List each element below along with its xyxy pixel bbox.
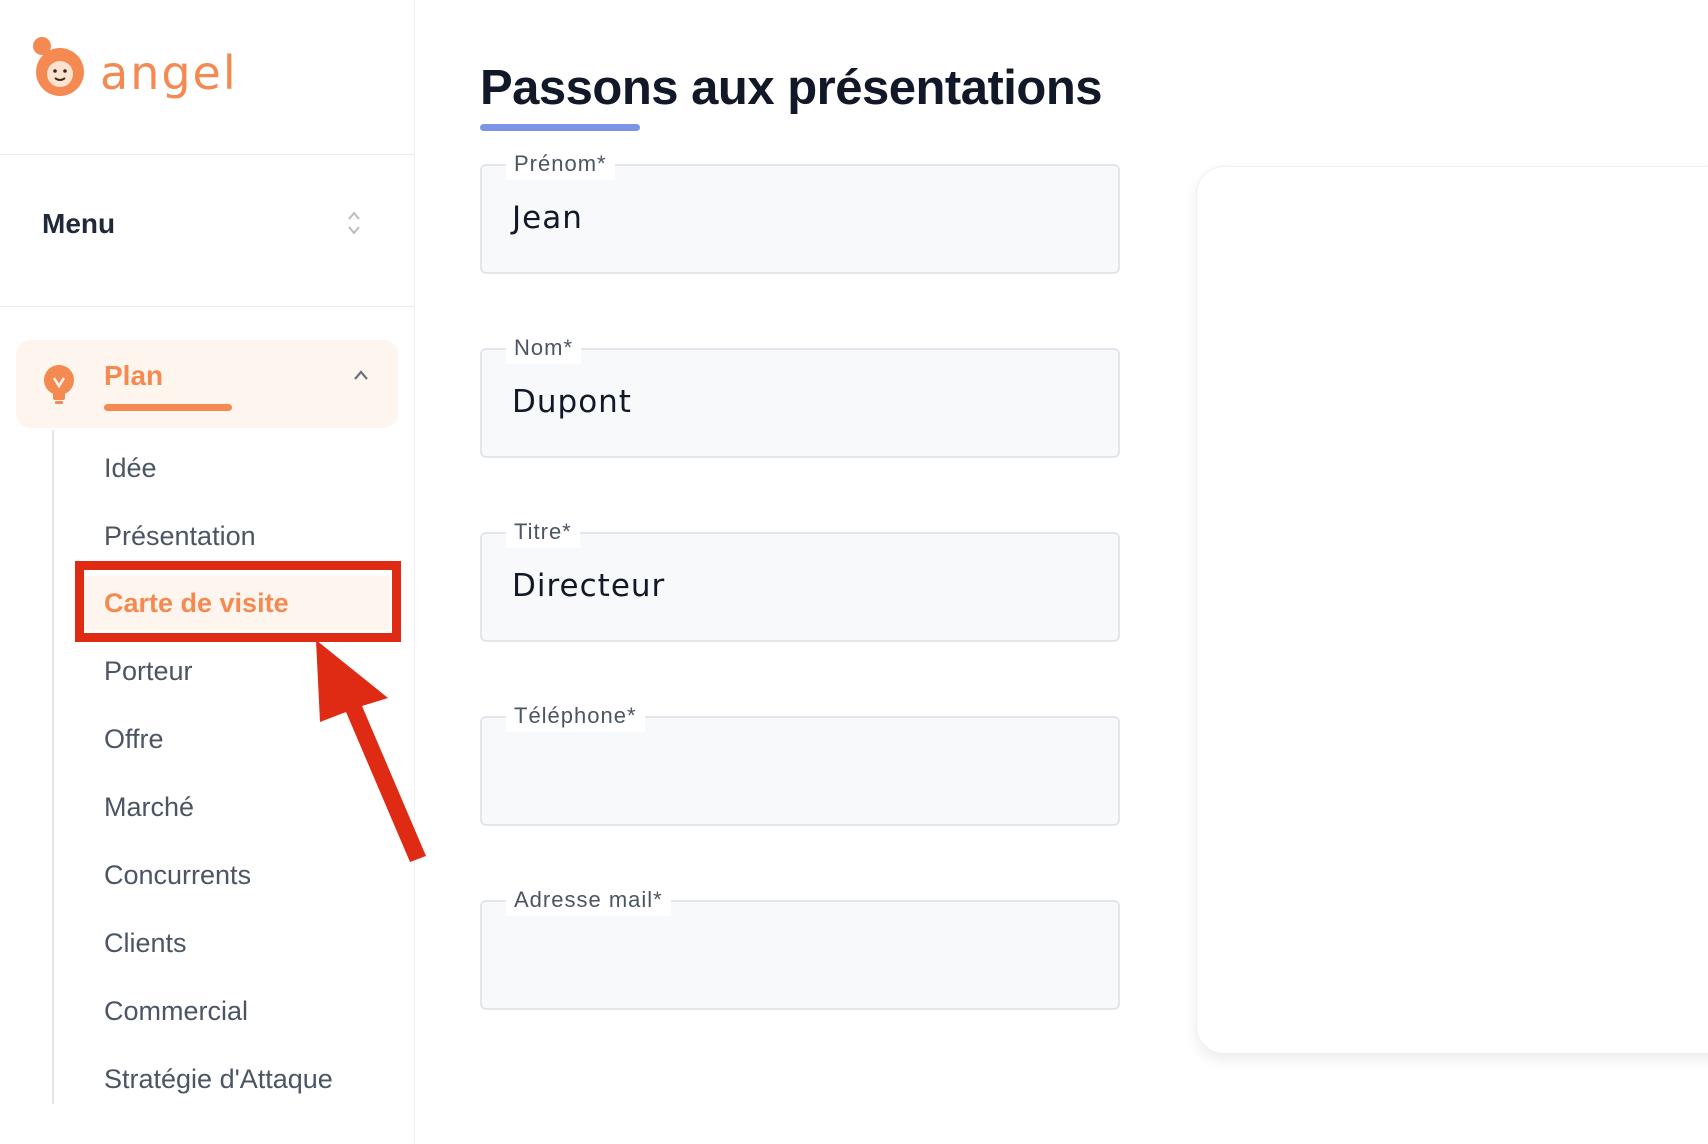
nom-field[interactable]: Nom* Dupont <box>480 332 1120 458</box>
sidebar-item-presentation[interactable]: Présentation <box>104 516 256 556</box>
sidebar-item-offre[interactable]: Offre <box>104 719 164 759</box>
divider <box>0 154 414 155</box>
field-value: Dupont <box>512 384 632 420</box>
page-title: Passons aux présentations <box>480 61 1103 115</box>
telephone-field[interactable]: Téléphone* <box>480 700 1120 826</box>
title-underline <box>480 124 640 131</box>
plan-label: Plan <box>104 360 164 391</box>
business-card-preview <box>1196 166 1708 1054</box>
logo-text: angel <box>100 45 238 100</box>
prenom-field[interactable]: Prénom* Jean <box>480 148 1120 274</box>
sidebar-item-commercial[interactable]: Commercial <box>104 991 248 1031</box>
annotation-highlight-box <box>75 561 401 642</box>
email-field[interactable]: Adresse mail* <box>480 884 1120 1010</box>
sidebar-item-clients[interactable]: Clients <box>104 923 187 963</box>
sidebar-section-plan[interactable]: Plan <box>16 340 398 428</box>
menu-selector[interactable]: Menu <box>42 208 372 240</box>
angel-logo-icon <box>30 34 90 105</box>
tree-line <box>52 430 54 1104</box>
sidebar-item-concurrents[interactable]: Concurrents <box>104 855 251 895</box>
field-label: Prénom* <box>506 148 615 180</box>
plan-underline <box>104 404 232 411</box>
chevron-up-icon[interactable] <box>352 368 370 386</box>
field-value: Jean <box>512 200 583 236</box>
field-value: Directeur <box>512 568 666 604</box>
divider <box>0 306 414 307</box>
field-label: Nom* <box>506 332 582 364</box>
menu-label: Menu <box>42 208 116 239</box>
field-label: Téléphone* <box>506 700 645 732</box>
field-label: Titre* <box>506 516 580 548</box>
annotation-arrow-icon <box>300 636 430 869</box>
sort-updown-icon <box>346 209 362 239</box>
field-label: Adresse mail* <box>506 884 671 916</box>
app-logo[interactable]: angel <box>30 34 238 105</box>
sidebar-item-idee[interactable]: Idée <box>104 448 157 488</box>
titre-field[interactable]: Titre* Directeur <box>480 516 1120 642</box>
lightbulb-icon <box>42 364 76 409</box>
sidebar-item-strategie-attaque[interactable]: Stratégie d'Attaque <box>104 1059 333 1099</box>
sidebar-item-porteur[interactable]: Porteur <box>104 651 193 691</box>
sidebar-item-marche[interactable]: Marché <box>104 787 194 827</box>
